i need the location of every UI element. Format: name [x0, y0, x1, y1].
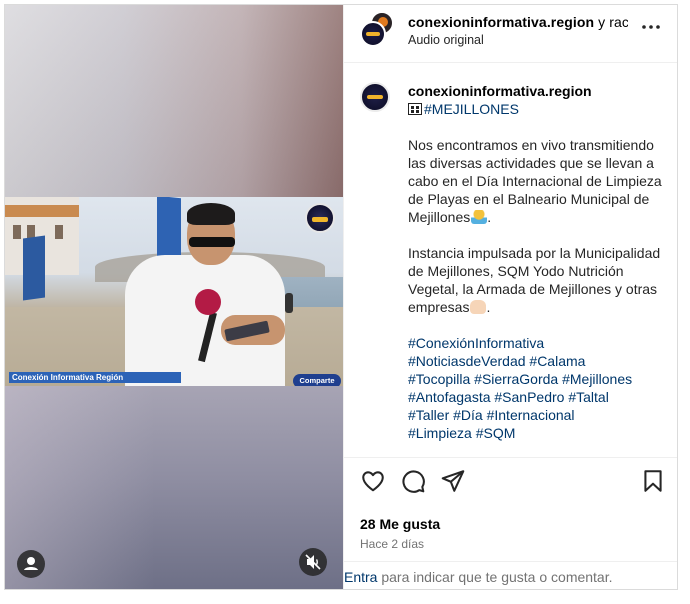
- more-horizontal-icon: [642, 25, 660, 29]
- caption-username[interactable]: conexioninformativa.region: [408, 82, 670, 100]
- caption-author-avatar[interactable]: [360, 82, 390, 112]
- building-window: [13, 225, 21, 239]
- video-caption-bar: Conexión Informativa Región: [9, 372, 181, 383]
- post-media[interactable]: Conexión Informativa Región Comparte: [5, 5, 343, 589]
- share-button[interactable]: [440, 468, 466, 494]
- audio-label[interactable]: Audio original: [408, 33, 484, 47]
- likes-count[interactable]: 28 Me gusta: [360, 516, 440, 532]
- building-window: [55, 225, 63, 239]
- comment-button[interactable]: [400, 468, 426, 494]
- hashtag-line[interactable]: #ConexiónInformativa: [408, 334, 670, 352]
- banner-flag: [23, 235, 45, 301]
- comment-bubble-icon: [402, 470, 425, 493]
- mute-button[interactable]: [299, 548, 327, 576]
- video-frame[interactable]: Conexión Informativa Región Comparte: [5, 197, 343, 386]
- microphone: [195, 289, 221, 315]
- more-options-button[interactable]: [636, 15, 666, 39]
- video-share-pill: Comparte: [293, 374, 341, 386]
- reporter: [125, 197, 295, 386]
- post-timestamp[interactable]: Hace 2 días: [360, 537, 424, 551]
- tagged-users-button[interactable]: [17, 550, 45, 578]
- post-side-panel: conexioninformativa.region y rac Audio o…: [343, 5, 677, 589]
- media-blur-bottom: [5, 386, 343, 589]
- author-avatar: [360, 21, 386, 47]
- raising-hands-emoji-icon: [470, 300, 487, 314]
- caption-paragraph-2: Instancia impulsada por la Municipalidad…: [408, 245, 661, 315]
- like-button[interactable]: [360, 468, 386, 494]
- caption-paragraph-1-text: Nos encontramos en vivo transmitiendo la…: [408, 137, 662, 225]
- collab-avatars[interactable]: [360, 11, 394, 47]
- hashtag-line[interactable]: #Limpieza #SQM: [408, 424, 670, 442]
- post-actions: 28 Me gusta Hace 2 días Entra para indic…: [344, 457, 677, 589]
- login-link[interactable]: Entra: [344, 569, 377, 585]
- bookmark-icon: [644, 470, 662, 492]
- beach-emoji-icon: [471, 210, 488, 224]
- post-modal: Conexión Informativa Región Comparte con…: [4, 4, 678, 590]
- header-username-suffix[interactable]: y rac: [594, 14, 628, 30]
- qr-emoji-icon: [408, 103, 422, 115]
- caption-body: conexioninformativa.region #MEJILLONES N…: [408, 82, 670, 442]
- hashtag-line[interactable]: #NoticiasdeVerdad #Calama: [408, 352, 670, 370]
- header-username[interactable]: conexioninformativa.region: [408, 14, 594, 30]
- paper-plane-icon: [441, 470, 465, 492]
- channel-logo: [305, 203, 335, 233]
- reporter-hair: [187, 203, 235, 225]
- heart-icon: [362, 471, 384, 492]
- media-blur-top: [5, 5, 343, 197]
- caption-paragraph-1: Nos encontramos en vivo transmitiendo la…: [408, 137, 662, 225]
- save-button[interactable]: [640, 468, 666, 494]
- comment-login-prompt: Entra para indicar que te gusta o coment…: [344, 561, 677, 589]
- hashtag-line[interactable]: #Tocopilla #SierraGorda #Mejillones: [408, 370, 670, 388]
- post-caption: conexioninformativa.region #MEJILLONES N…: [344, 64, 677, 456]
- hashtag-title[interactable]: #MEJILLONES: [424, 101, 519, 117]
- user-avatar-icon: [24, 557, 38, 570]
- hashtag-line[interactable]: #Antofagasta #SanPedro #Taltal: [408, 388, 670, 406]
- post-header: conexioninformativa.region y rac Audio o…: [344, 5, 677, 63]
- caption-paragraph-2-text: Instancia impulsada por la Municipalidad…: [408, 245, 661, 315]
- header-usernames[interactable]: conexioninformativa.region y rac: [408, 14, 628, 32]
- caption-title-line: #MEJILLONES: [408, 100, 670, 118]
- reporter-glasses: [189, 237, 235, 247]
- muted-speaker-icon: [305, 554, 321, 570]
- building-roof: [5, 205, 79, 217]
- hashtag-line[interactable]: #Taller #Día #Internacional: [408, 406, 670, 424]
- comment-prompt-text: para indicar que te gusta o comentar.: [377, 569, 613, 585]
